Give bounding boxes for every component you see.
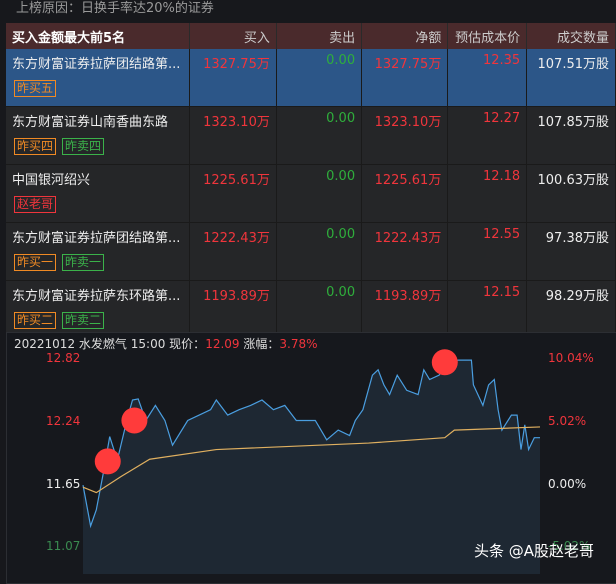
highlight-marker	[94, 448, 121, 475]
y-tick-left: 12.24	[46, 414, 81, 428]
y-tick-left: 12.82	[46, 351, 81, 365]
intraday-chart	[82, 349, 541, 574]
y-tick-left: 11.65	[46, 477, 81, 491]
price-area	[83, 360, 540, 574]
y-tick-right: 5.02%	[548, 414, 587, 428]
y-tick-right: 0.00%	[548, 477, 587, 491]
watermark: 头条 @A股赵老哥	[474, 542, 595, 560]
y-tick-left: 11.07	[46, 539, 81, 553]
highlight-marker	[431, 349, 458, 376]
highlight-marker	[121, 407, 148, 434]
y-tick-right: 10.04%	[548, 351, 594, 365]
